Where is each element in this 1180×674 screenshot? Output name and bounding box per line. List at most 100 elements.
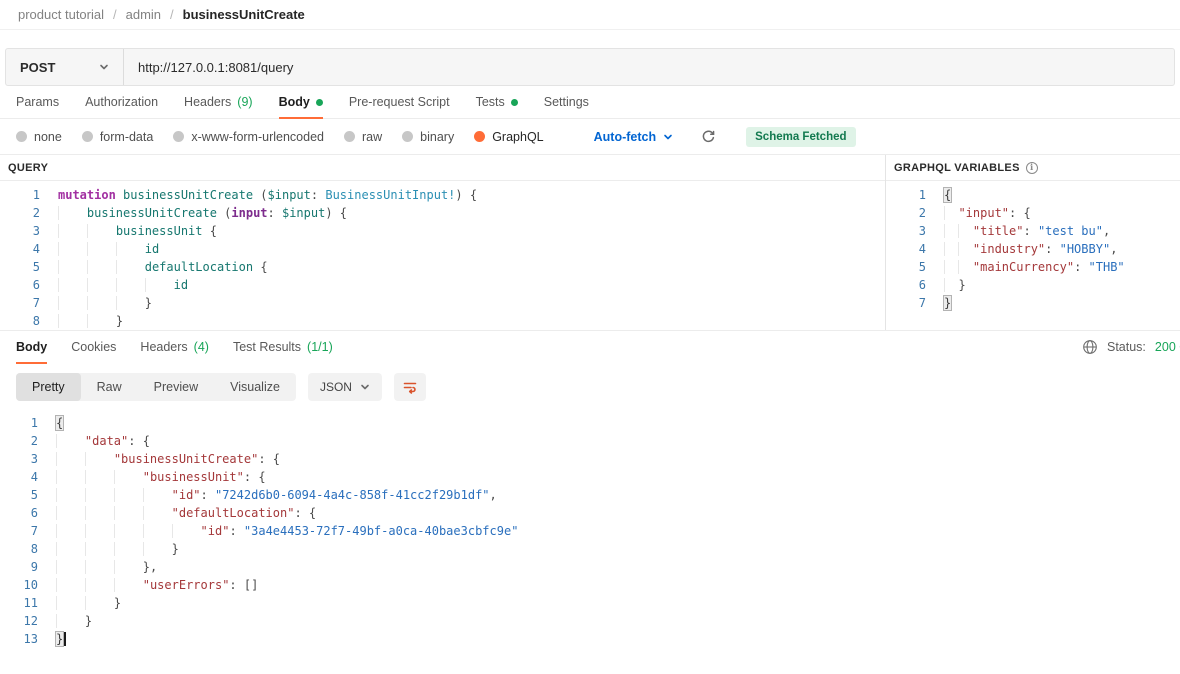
code-line: 5 "id": "7242d6b0-6094-4a4c-858f-41cc2f2…: [0, 486, 1180, 504]
tab-pre-request-script[interactable]: Pre-request Script: [349, 86, 450, 118]
headers-count: (9): [237, 95, 252, 109]
line-number: 3: [0, 222, 40, 240]
chevron-down-icon: [360, 382, 370, 392]
code-line: 8 }: [0, 540, 1180, 558]
code-line: 7 "id": "3a4e4453-72f7-49bf-a0ca-40bae3c…: [0, 522, 1180, 540]
green-dot-icon: [511, 99, 518, 106]
line-number: 11: [0, 594, 38, 612]
line-number: 6: [0, 504, 38, 522]
wrap-text-button[interactable]: [394, 373, 426, 401]
line-number: 1: [0, 186, 40, 204]
variables-pane: GRAPHQL VARIABLES i 1{2 "input": {3 "tit…: [886, 155, 1180, 330]
line-number: 3: [886, 222, 926, 240]
code-line: 2 "input": {: [886, 204, 1180, 222]
response-tab-body[interactable]: Body: [16, 331, 47, 363]
line-number: 6: [0, 276, 40, 294]
breadcrumb-separator: /: [170, 7, 174, 22]
radio-icon: [402, 131, 413, 142]
radio-icon: [344, 131, 355, 142]
response-view-switch: Pretty Raw Preview Visualize: [16, 373, 296, 401]
line-number: 2: [886, 204, 926, 222]
autofetch-dropdown[interactable]: Auto-fetch: [594, 130, 674, 144]
status-value: 200 OK: [1155, 340, 1180, 354]
test-results-count: (1/1): [307, 340, 333, 354]
view-visualize-button[interactable]: Visualize: [214, 373, 296, 401]
code-line: 8 }: [0, 312, 885, 330]
code-line: 11 }: [0, 594, 1180, 612]
response-headers-count: (4): [194, 340, 209, 354]
url-text: http://127.0.0.1:8081/query: [138, 60, 293, 75]
chevron-down-icon: [99, 62, 109, 72]
tab-headers[interactable]: Headers(9): [184, 86, 253, 118]
response-tab-cookies[interactable]: Cookies: [71, 331, 116, 363]
bodytype-form-data[interactable]: form-data: [82, 130, 154, 144]
code-line: 1{: [0, 414, 1180, 432]
line-number: 2: [0, 204, 40, 222]
breadcrumb-collection[interactable]: product tutorial: [18, 7, 104, 22]
response-status-block: Status: 200 OK: [1082, 331, 1180, 363]
line-number: 13: [0, 630, 38, 648]
tab-settings[interactable]: Settings: [544, 86, 589, 118]
line-number: 6: [886, 276, 926, 294]
code-line: 3 "title": "test bu",: [886, 222, 1180, 240]
query-pane: QUERY 1mutation businessUnitCreate ($inp…: [0, 155, 886, 330]
code-line: 4 "industry": "HOBBY",: [886, 240, 1180, 258]
response-toolbar: Pretty Raw Preview Visualize JSON: [16, 373, 1164, 401]
tab-authorization[interactable]: Authorization: [85, 86, 158, 118]
app-root: { "colors": { "accent": "#ff6c37", "gree…: [0, 0, 1180, 674]
line-number: 12: [0, 612, 38, 630]
green-dot-icon: [316, 99, 323, 106]
response-tab-headers[interactable]: Headers(4): [140, 331, 209, 363]
bodytype-raw[interactable]: raw: [344, 130, 382, 144]
url-input[interactable]: http://127.0.0.1:8081/query: [124, 49, 1174, 85]
code-line: 4 id: [0, 240, 885, 258]
refresh-schema-button[interactable]: [701, 129, 716, 144]
view-raw-button[interactable]: Raw: [81, 373, 138, 401]
globe-icon[interactable]: [1082, 339, 1098, 355]
graphql-query-editor[interactable]: 1mutation businessUnitCreate ($input: Bu…: [0, 181, 885, 330]
bodytype-urlencoded[interactable]: x-www-form-urlencoded: [173, 130, 324, 144]
code-line: 6 id: [0, 276, 885, 294]
bodytype-none[interactable]: none: [16, 130, 62, 144]
breadcrumb-folder[interactable]: admin: [126, 7, 161, 22]
breadcrumb-separator: /: [113, 7, 117, 22]
status-label: Status:: [1107, 340, 1146, 354]
response-meta-row: Body Cookies Headers(4) Test Results(1/1…: [0, 331, 1180, 363]
view-preview-button[interactable]: Preview: [138, 373, 214, 401]
response-format-dropdown[interactable]: JSON: [308, 373, 382, 401]
code-line: 12 }: [0, 612, 1180, 630]
view-pretty-button[interactable]: Pretty: [16, 373, 81, 401]
code-line: 5 "mainCurrency": "THB": [886, 258, 1180, 276]
radio-selected-icon: [474, 131, 485, 142]
info-icon[interactable]: i: [1026, 162, 1038, 174]
line-number: 4: [0, 468, 38, 486]
bodytype-graphql[interactable]: GraphQL: [474, 130, 543, 144]
line-number: 10: [0, 576, 38, 594]
tab-params[interactable]: Params: [16, 86, 59, 118]
query-pane-header: QUERY: [0, 155, 885, 181]
response-body-viewer[interactable]: 1{2 "data": {3 "businessUnitCreate": {4 …: [0, 409, 1180, 648]
wrap-text-icon: [402, 379, 418, 395]
code-line: 6 }: [886, 276, 1180, 294]
graphql-variables-editor[interactable]: 1{2 "input": {3 "title": "test bu",4 "in…: [886, 181, 1180, 312]
radio-icon: [82, 131, 93, 142]
code-line: 10 "userErrors": []: [0, 576, 1180, 594]
code-line: 2 businessUnitCreate (input: $input) {: [0, 204, 885, 222]
radio-icon: [16, 131, 27, 142]
code-line: 9 },: [0, 558, 1180, 576]
breadcrumb-request[interactable]: businessUnitCreate: [183, 7, 305, 22]
refresh-icon: [701, 129, 716, 144]
response-tab-test-results[interactable]: Test Results(1/1): [233, 331, 333, 363]
line-number: 4: [886, 240, 926, 258]
code-line: 1mutation businessUnitCreate ($input: Bu…: [0, 186, 885, 204]
line-number: 5: [886, 258, 926, 276]
code-line: 13}: [0, 630, 1180, 648]
method-selector[interactable]: POST: [6, 49, 124, 85]
code-line: 5 defaultLocation {: [0, 258, 885, 276]
line-number: 7: [0, 294, 40, 312]
tab-tests[interactable]: Tests: [476, 86, 518, 118]
tab-body[interactable]: Body: [279, 86, 323, 118]
breadcrumb: product tutorial / admin / businessUnitC…: [0, 0, 1180, 30]
code-line: 6 "defaultLocation": {: [0, 504, 1180, 522]
bodytype-binary[interactable]: binary: [402, 130, 454, 144]
